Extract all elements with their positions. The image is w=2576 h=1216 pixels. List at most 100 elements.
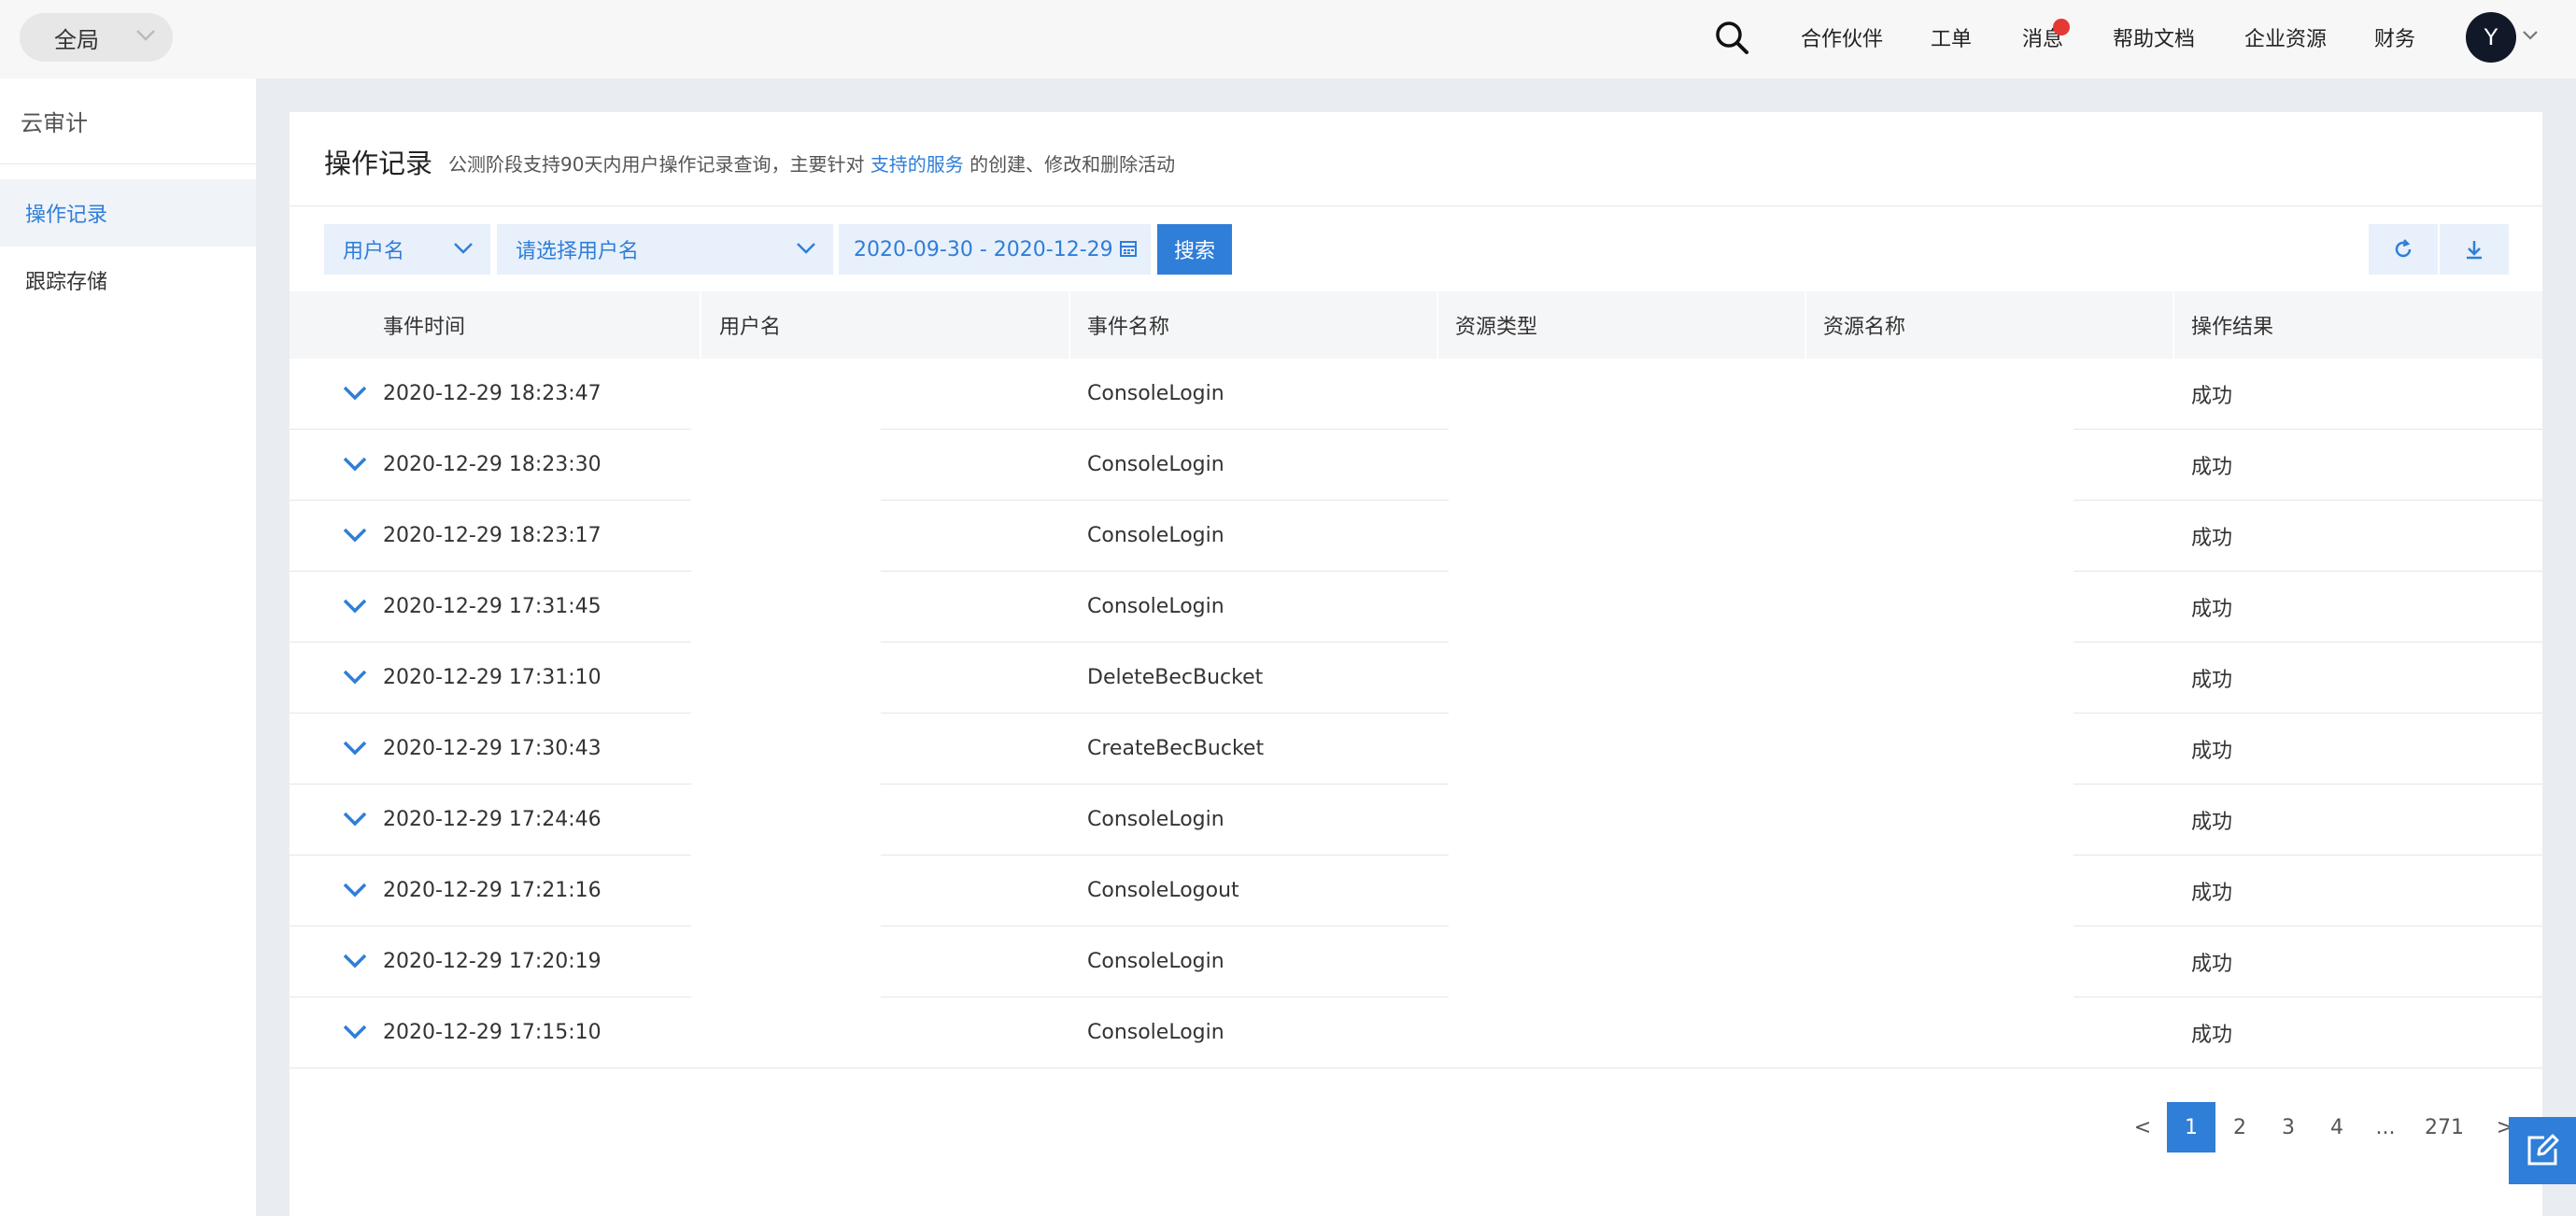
column-header-event-name: 事件名称 — [1087, 316, 1170, 339]
chevron-down-icon[interactable] — [343, 1024, 367, 1040]
date-range-value: 2020-09-30 - 2020-12-29 — [854, 237, 1113, 262]
table-row[interactable]: 2020-12-29 17:21:16 ConsoleLogout 成功 — [290, 855, 2542, 926]
column-divider — [2173, 291, 2174, 359]
chevron-down-icon[interactable] — [343, 598, 367, 615]
cell-event-time: 2020-12-29 17:30:43 — [383, 737, 602, 760]
cell-event-time: 2020-12-29 17:15:10 — [383, 1021, 602, 1044]
pagination-ellipsis[interactable]: ... — [2361, 1102, 2410, 1152]
sidebar-item-label: 跟踪存储 — [25, 271, 108, 294]
cell-event-time: 2020-12-29 18:23:17 — [383, 524, 602, 547]
scope-selector[interactable]: 全局 — [20, 13, 173, 62]
description-prefix: 公测阶段支持90天内用户操作记录查询，主要针对 — [448, 153, 865, 176]
chevron-down-icon[interactable] — [343, 953, 367, 969]
table-row[interactable]: 2020-12-29 17:24:46 ConsoleLogin 成功 — [290, 785, 2542, 855]
table-body: 2020-12-29 18:23:47 ConsoleLogin 成功 2020… — [290, 359, 2542, 1068]
pagination-page-4[interactable]: 4 — [2313, 1102, 2361, 1152]
table-row[interactable]: 2020-12-29 17:30:43 CreateBecBucket 成功 — [290, 714, 2542, 785]
cell-result: 成功 — [2191, 455, 2233, 479]
cell-event-time: 2020-12-29 17:31:45 — [383, 595, 602, 618]
feedback-button[interactable] — [2509, 1117, 2576, 1184]
top-bar: 全局 合作伙伴 工单 消息 帮助文档 企业资源 财务 Y — [0, 0, 2576, 78]
chevron-down-icon[interactable] — [343, 882, 367, 898]
chevron-down-icon — [454, 243, 473, 254]
sidebar-title: 云审计 — [0, 78, 256, 164]
chevron-down-icon[interactable] — [343, 811, 367, 827]
nav-help-docs[interactable]: 帮助文档 — [2113, 22, 2195, 52]
pagination-prev[interactable]: < — [2118, 1102, 2167, 1152]
cell-result: 成功 — [2191, 739, 2233, 763]
column-divider — [700, 291, 701, 359]
cell-event-name: ConsoleLogin — [1087, 595, 1224, 618]
cell-result: 成功 — [2191, 597, 2233, 621]
table-row[interactable]: 2020-12-29 17:20:19 ConsoleLogin 成功 — [290, 926, 2542, 997]
cell-result: 成功 — [2191, 526, 2233, 550]
pagination-page-3[interactable]: 3 — [2264, 1102, 2313, 1152]
nav-tickets[interactable]: 工单 — [1931, 22, 1972, 52]
cell-event-name: ConsoleLogin — [1087, 524, 1224, 547]
cell-event-name: ConsoleLogin — [1087, 382, 1224, 405]
chevron-down-icon[interactable] — [343, 669, 367, 686]
download-button[interactable] — [2440, 224, 2509, 275]
chevron-down-icon[interactable] — [2522, 30, 2539, 41]
cell-event-name: ConsoleLogin — [1087, 808, 1224, 831]
cell-event-name: ConsoleLogin — [1087, 453, 1224, 476]
table-row[interactable]: 2020-12-29 18:23:17 ConsoleLogin 成功 — [290, 501, 2542, 572]
column-header-resource-type: 资源类型 — [1455, 316, 1538, 339]
chevron-down-icon — [797, 243, 815, 254]
notification-dot — [2053, 19, 2070, 35]
user-select[interactable]: 请选择用户名 — [497, 224, 833, 275]
column-header-resource-name: 资源名称 — [1823, 316, 1906, 339]
table-row[interactable]: 2020-12-29 17:31:45 ConsoleLogin 成功 — [290, 572, 2542, 643]
column-divider — [1069, 291, 1070, 359]
cell-event-time: 2020-12-29 17:24:46 — [383, 808, 602, 831]
search-button[interactable]: 搜索 — [1157, 224, 1232, 275]
search-button-label: 搜索 — [1173, 240, 1215, 263]
cell-event-name: DeleteBecBucket — [1087, 666, 1264, 689]
cell-result: 成功 — [2191, 668, 2233, 692]
cell-event-name: CreateBecBucket — [1087, 737, 1265, 760]
chevron-down-icon[interactable] — [343, 456, 367, 473]
nav-partners[interactable]: 合作伙伴 — [1801, 22, 1883, 52]
chevron-down-icon[interactable] — [343, 527, 367, 544]
filter-field-select[interactable]: 用户名 — [324, 224, 490, 275]
column-header-username: 用户名 — [719, 316, 782, 339]
search-icon[interactable] — [1713, 19, 1750, 56]
chevron-down-icon — [136, 30, 155, 41]
column-header-result: 操作结果 — [2191, 316, 2274, 339]
pagination-page-2[interactable]: 2 — [2215, 1102, 2264, 1152]
supported-services-link[interactable]: 支持的服务 — [870, 153, 964, 176]
table-row[interactable]: 2020-12-29 18:23:47 ConsoleLogin 成功 — [290, 359, 2542, 430]
nav-finance[interactable]: 财务 — [2374, 22, 2415, 52]
sidebar-item-trail-storage[interactable]: 跟踪存储 — [0, 247, 256, 314]
page-description: 公测阶段支持90天内用户操作记录查询，主要针对 支持的服务 的创建、修改和删除活… — [448, 149, 1175, 177]
cell-event-name: ConsoleLogin — [1087, 950, 1224, 973]
sidebar-item-label: 操作记录 — [25, 204, 108, 227]
cell-event-time: 2020-12-29 18:23:30 — [383, 453, 602, 476]
sidebar: 云审计 操作记录 跟踪存储 — [0, 78, 256, 1216]
column-divider — [1805, 291, 1806, 359]
pagination-page-last[interactable]: 271 — [2412, 1102, 2477, 1152]
description-suffix: 的创建、修改和删除活动 — [970, 153, 1176, 176]
table-row[interactable]: 2020-12-29 17:15:10 ConsoleLogin 成功 — [290, 997, 2542, 1068]
nav-enterprise-resources[interactable]: 企业资源 — [2244, 22, 2327, 52]
calendar-icon — [1120, 241, 1137, 257]
cell-event-time: 2020-12-29 18:23:47 — [383, 382, 602, 405]
table-row[interactable]: 2020-12-29 18:23:30 ConsoleLogin 成功 — [290, 430, 2542, 501]
sidebar-item-operation-records[interactable]: 操作记录 — [0, 179, 256, 247]
edit-icon — [2527, 1134, 2559, 1166]
page-title: 操作记录 — [324, 148, 433, 179]
avatar-letter: Y — [2484, 24, 2498, 50]
user-select-placeholder: 请选择用户名 — [516, 240, 640, 263]
pagination-page-1[interactable]: 1 — [2167, 1102, 2215, 1152]
refresh-button[interactable] — [2369, 224, 2438, 275]
cell-result: 成功 — [2191, 384, 2233, 408]
cell-event-time: 2020-12-29 17:31:10 — [383, 666, 602, 689]
table-row[interactable]: 2020-12-29 17:31:10 DeleteBecBucket 成功 — [290, 643, 2542, 714]
chevron-down-icon[interactable] — [343, 740, 367, 756]
table-header: 事件时间 用户名 事件名称 资源类型 资源名称 操作结果 — [290, 291, 2542, 359]
avatar[interactable]: Y — [2466, 12, 2516, 63]
download-icon — [2467, 241, 2482, 260]
chevron-down-icon[interactable] — [343, 385, 367, 402]
cell-result: 成功 — [2191, 952, 2233, 976]
date-range-picker[interactable]: 2020-09-30 - 2020-12-29 — [839, 224, 1151, 275]
